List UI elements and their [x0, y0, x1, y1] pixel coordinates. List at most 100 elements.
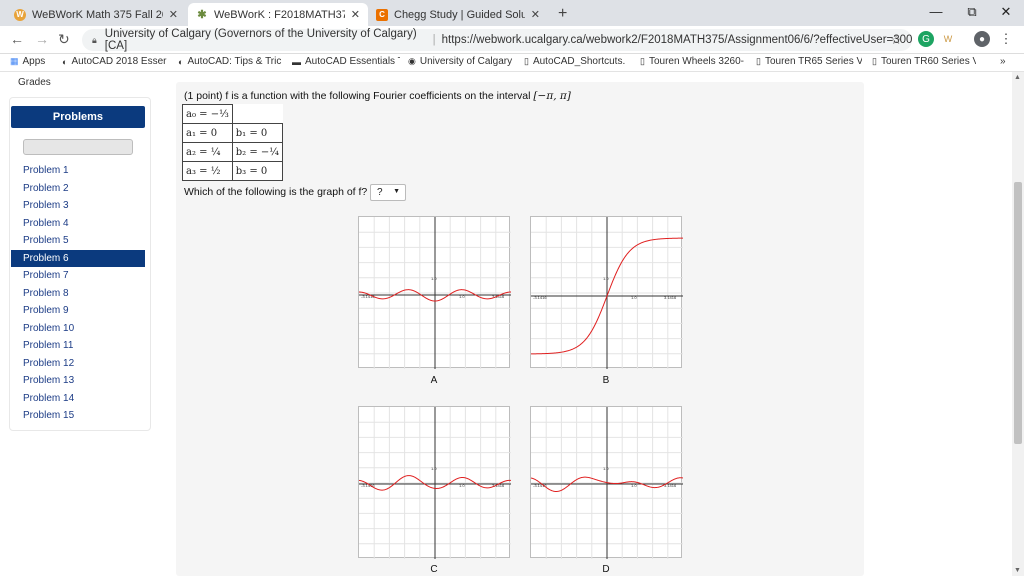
tick-label: 1.0	[431, 276, 437, 281]
bookmark-apps[interactable]: ▦ Apps	[10, 56, 54, 67]
sidebar-item-problem[interactable]: Problem 1	[11, 162, 145, 180]
answer-value: ?	[377, 187, 383, 198]
problems-header[interactable]: Problems	[11, 106, 145, 128]
table-row: a₃ = ½ b₃ = 0	[182, 161, 284, 181]
coef-cell: b₃ = 0	[231, 161, 284, 181]
coef-cell: a₁ = 0	[182, 123, 233, 143]
sidebar-item-problem[interactable]: Problem 9	[11, 302, 145, 320]
sidebar-item-problem[interactable]: Problem 12	[11, 355, 145, 373]
scroll-up-icon[interactable]: ▲	[1014, 74, 1021, 81]
bookmark-item[interactable]: ▯ Touren Wheels 3260-	[640, 56, 746, 67]
close-icon[interactable]: ✕	[351, 8, 360, 21]
chegg-icon: C	[376, 8, 388, 21]
interval: [−π, π]	[533, 90, 571, 102]
tick-label: 3.1416	[664, 295, 677, 300]
autocad-icon: ◐	[62, 56, 68, 67]
table-row: a₁ = 0 b₁ = 0	[182, 123, 284, 143]
address-separator: |	[432, 34, 436, 46]
tab-webwork-assignment[interactable]: ✱ WeBWorK : F2018MATH375 : Ass… ✕	[188, 3, 368, 26]
forward-arrow-icon[interactable]: →	[35, 31, 49, 47]
bookmarks-bar: ▦ Apps ◐ AutoCAD 2018 Esser ◐ AutoCAD: T…	[0, 54, 1024, 72]
grades-link[interactable]: Grades	[18, 77, 51, 88]
profile-avatar-icon[interactable]: ●	[974, 31, 990, 47]
graph-a-plot: -3.1416 3.14161.01.0	[359, 217, 511, 369]
tick-label: 1.0	[603, 466, 609, 471]
grammarly-extension-icon[interactable]: G	[918, 31, 934, 47]
graph-label-a: A	[430, 375, 438, 386]
bookmark-item[interactable]: ◐ AutoCAD: Tips & Tric	[178, 56, 284, 67]
tick-label: 1.0	[631, 295, 637, 300]
bookmark-star-icon[interactable]: ☆	[890, 32, 902, 48]
bookmark-item[interactable]: ▯ Touren TR60 Series V	[872, 56, 976, 67]
page-icon: ▯	[524, 56, 529, 66]
problems-sidebar: Problems Problem 1 Problem 2 Problem 3 Prob…	[9, 97, 151, 431]
scroll-thumb[interactable]	[1014, 182, 1022, 444]
graph-label-c: C	[430, 564, 438, 575]
sidebar-item-problem[interactable]: Problem 15	[11, 407, 145, 425]
webwork-icon: ✱	[197, 9, 207, 21]
tick-label: 1.0	[459, 483, 465, 488]
scroll-down-icon[interactable]: ▼	[1014, 567, 1021, 574]
coef-cell	[232, 105, 282, 124]
answer-dropdown[interactable]: ? ▼	[370, 184, 406, 201]
tick-label: 1.0	[459, 294, 465, 299]
graph-b: -3.1416 3.1416 1.0 1.0	[530, 216, 683, 369]
reload-icon[interactable]: ↻	[58, 31, 70, 48]
graph-c-plot: -3.1416 3.14161.01.0	[359, 407, 511, 559]
coef-cell: a₃ = ½	[182, 161, 233, 181]
close-icon[interactable]: ✕	[169, 8, 178, 21]
coef-cell: b₁ = 0	[231, 123, 284, 143]
bookmark-item[interactable]: ◐ AutoCAD 2018 Esser	[62, 56, 170, 67]
page-icon: ▯	[872, 56, 877, 66]
page-icon: ▯	[756, 56, 761, 66]
sidebar-item-problem[interactable]: Problem 11	[11, 337, 145, 355]
sidebar-item-problem[interactable]: Problem 3	[11, 197, 145, 215]
address-bar[interactable]: 🔒︎ University of Calgary (Governors of t…	[82, 28, 912, 52]
chevron-down-icon: ▼	[393, 188, 400, 195]
webwork-icon: W	[14, 8, 26, 21]
sidebar-item-problem[interactable]: Problem 5	[11, 232, 145, 250]
video-icon: ▬	[292, 56, 301, 67]
window-close-button[interactable]: ✕	[996, 4, 1016, 20]
tab-strip: W WeBWorK Math 375 Fall 2018 - … ✕ ✱ WeB…	[0, 0, 1024, 26]
bookmark-item[interactable]: ◉ University of Calgary	[408, 56, 514, 67]
sidebar-item-problem[interactable]: Problem 7	[11, 267, 145, 285]
page-scrollbar[interactable]: ▲ ▼	[1012, 72, 1024, 576]
lock-icon: 🔒︎	[92, 34, 97, 45]
tab-webwork-course[interactable]: W WeBWorK Math 375 Fall 2018 - … ✕	[6, 3, 186, 26]
sidebar-item-problem[interactable]: Problem 10	[11, 320, 145, 338]
page-content: Grades Problems Problem 1 Problem 2 Proble…	[0, 72, 1012, 576]
tab-chegg[interactable]: C Chegg Study | Guided Solutions … ✕	[368, 3, 548, 26]
sidebar-item-problem[interactable]: Problem 13	[11, 372, 145, 390]
restore-button[interactable]: ⧉	[962, 4, 982, 20]
bookmark-item[interactable]: ▯ AutoCAD_Shortcuts.	[524, 56, 630, 67]
sidebar-item-problem[interactable]: Problem 2	[11, 180, 145, 198]
page-icon: ▯	[640, 56, 645, 66]
tick-label: -3.1416	[533, 295, 547, 300]
menu-kebab-icon[interactable]: ⋮	[998, 31, 1014, 47]
fourier-coefficients-table: a₀ = −⅓ a₁ = 0 b₁ = 0 a₂ = ¼ b₂ = −¼ a₃ …	[182, 104, 284, 181]
bookmark-item[interactable]: ▯ Touren TR65 Series V	[756, 56, 862, 67]
new-tab-button[interactable]: +	[558, 5, 567, 23]
problem-statement: (1 point) f is a function with the follo…	[184, 90, 571, 102]
autocad-icon: ◐	[178, 56, 184, 67]
apps-grid-icon: ▦	[10, 56, 19, 66]
sidebar-item-problem[interactable]: Problem 4	[11, 215, 145, 233]
tick-label: 1.0	[603, 276, 609, 281]
bookmark-item[interactable]: ▬ AutoCAD Essentials T	[292, 56, 400, 67]
question-text: Which of the following is the graph of f…	[184, 186, 368, 198]
tick-label: 1.0	[431, 466, 437, 471]
coef-cell: a₀ = −⅓	[182, 104, 233, 124]
extension-icon[interactable]: W	[940, 31, 956, 47]
graph-a: -3.1416 3.1416 1.0 1.0	[358, 216, 511, 369]
bookmarks-overflow-button[interactable]: »	[1000, 56, 1014, 67]
coef-cell: b₂ = −¼	[231, 142, 284, 162]
sidebar-item-problem[interactable]: Problem 14	[11, 390, 145, 408]
sidebar-item-problem[interactable]: Problem 8	[11, 285, 145, 303]
progress-bar	[23, 139, 133, 155]
tick-label: 1.0	[631, 483, 637, 488]
sidebar-item-problem[interactable]: Problem 6	[11, 249, 145, 267]
minimize-button[interactable]: —	[926, 4, 946, 19]
back-arrow-icon[interactable]: ←	[10, 31, 24, 47]
close-icon[interactable]: ✕	[531, 8, 540, 21]
